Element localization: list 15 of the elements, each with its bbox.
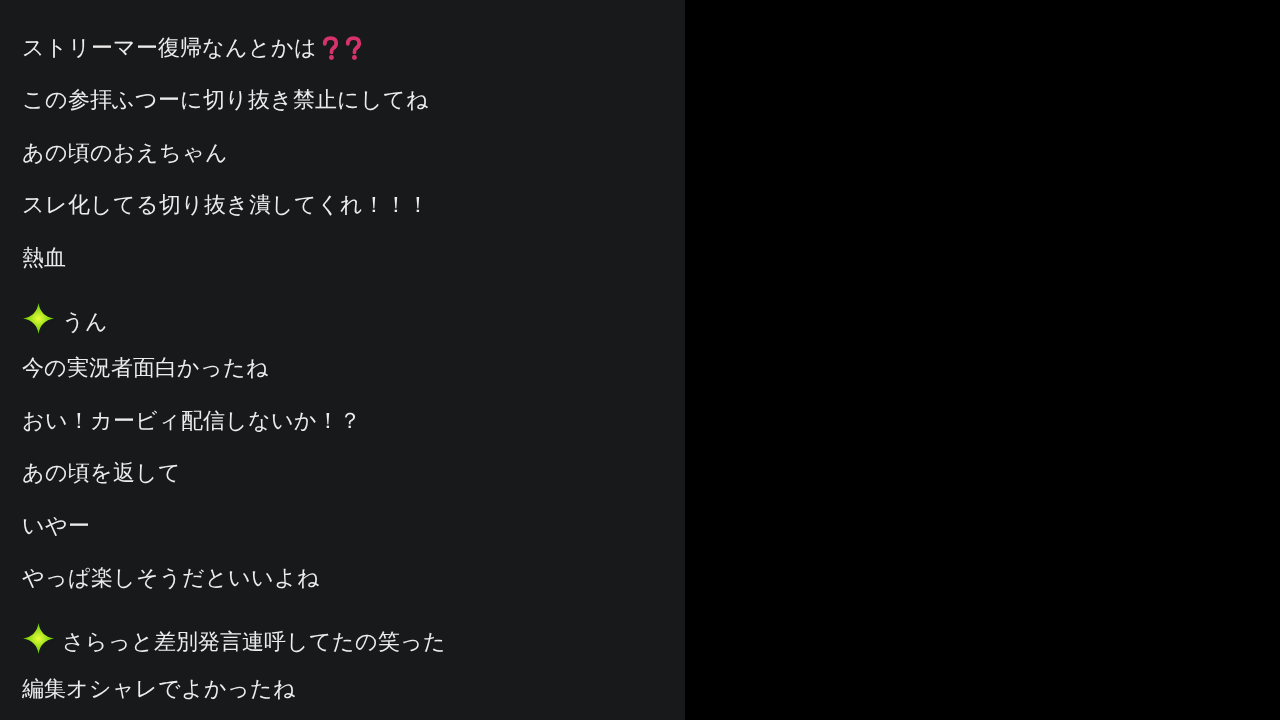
chat-message: あの頃を返して bbox=[22, 459, 181, 488]
chat-message: この参拝ふつーに切り抜き禁止にしてね bbox=[22, 86, 429, 115]
chat-message: いやー bbox=[22, 511, 90, 540]
question-mark-icon bbox=[321, 35, 340, 61]
chat-message: あの頃のおえちゃん bbox=[22, 138, 228, 167]
chat-message: ストリーマー復帰なんとかは bbox=[22, 33, 317, 62]
question-mark-icon bbox=[344, 35, 363, 61]
chat-message: うん bbox=[62, 307, 108, 336]
chat-message: 熱血 bbox=[22, 243, 66, 272]
chat-message: おい！カービィ配信しないか！？ bbox=[22, 406, 361, 435]
chat-message: さらっと差別発言連呼してたの笑った bbox=[62, 628, 446, 657]
chat-message: 編集オシャレでよかったね bbox=[22, 674, 296, 703]
chat-message: 今の実況者面白かったね bbox=[22, 354, 269, 383]
chat-message: スレ化してる切り抜き潰してくれ！！！ bbox=[22, 191, 429, 220]
chat-message: やっぱ楽しそうだといいよね bbox=[22, 564, 320, 593]
